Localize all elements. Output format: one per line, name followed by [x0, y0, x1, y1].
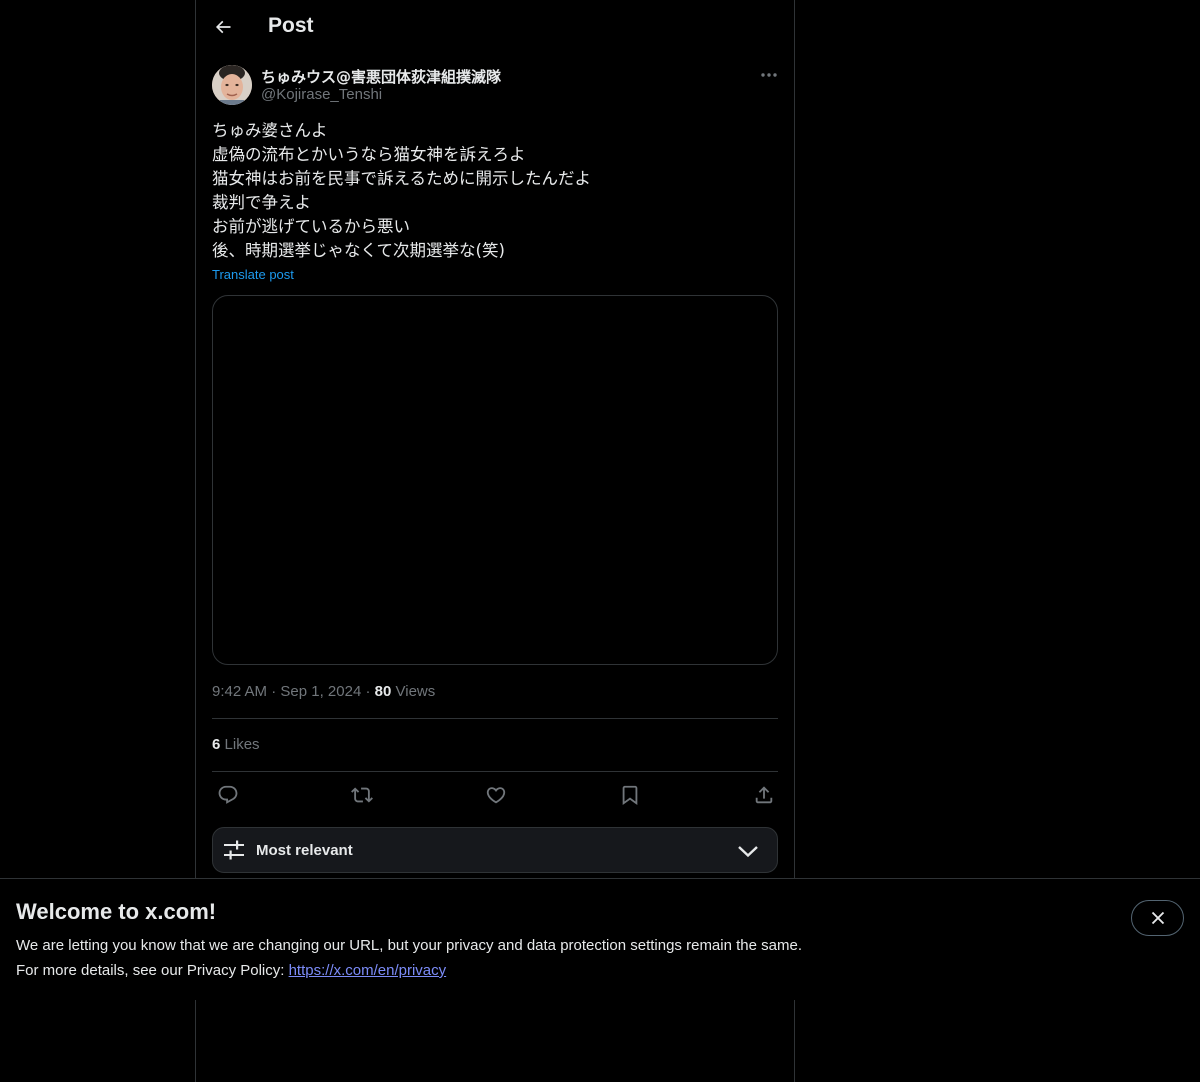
translate-post-link[interactable]: Translate post	[212, 267, 294, 282]
more-icon	[761, 73, 777, 77]
author-handle[interactable]: @Kojirase_Tenshi	[261, 86, 382, 103]
banner-message: We are letting you know that we are chan…	[16, 937, 802, 954]
share-button[interactable]	[749, 782, 779, 808]
post-media[interactable]	[212, 295, 778, 665]
chevron-down-icon	[737, 840, 759, 862]
avatar[interactable]	[212, 65, 252, 105]
divider	[212, 771, 778, 772]
banner-title: Welcome to x.com!	[16, 899, 217, 924]
bookmark-button[interactable]	[615, 782, 645, 808]
post-text-line: 後、時期選挙じゃなくて次期選挙な(笑)	[212, 241, 505, 260]
reply-sort-dropdown[interactable]: Most relevant	[212, 827, 778, 873]
post-header: Post	[196, 0, 794, 54]
post-text-line: お前が逃げているから悪い	[212, 217, 410, 236]
views-label: Views	[395, 683, 436, 700]
arrow-left-icon	[213, 17, 233, 37]
share-icon	[753, 784, 775, 806]
post-text-line: 虚偽の流布とかいうなら猫女神を訴えろよ	[212, 145, 526, 164]
likes-link[interactable]: 6 Likes	[212, 736, 260, 753]
divider	[212, 718, 778, 719]
close-banner-button[interactable]	[1131, 900, 1184, 936]
post-meta: 9:42 AM · Sep 1, 2024 · 80 Views	[212, 683, 435, 700]
bookmark-icon	[619, 784, 641, 806]
close-icon	[1151, 911, 1165, 925]
back-button[interactable]	[206, 9, 240, 45]
post-text-line: 裁判で争えよ	[212, 193, 311, 212]
likes-label: Likes	[224, 736, 260, 753]
author-display-name[interactable]: ちゅみウス@害悪団体荻津組撲滅隊	[261, 66, 501, 87]
repost-icon	[351, 784, 373, 806]
sort-label: Most relevant	[256, 842, 353, 859]
post-time[interactable]: 9:42 AM	[212, 683, 267, 700]
repost-button[interactable]	[347, 782, 377, 808]
banner-privacy-prefix: For more details, see our Privacy Policy…	[16, 962, 289, 979]
page-title: Post	[268, 14, 314, 37]
privacy-policy-link[interactable]: https://x.com/en/privacy	[289, 962, 447, 979]
reply-button[interactable]	[213, 782, 243, 808]
post-date[interactable]: Sep 1, 2024	[280, 683, 361, 700]
likes-count: 6	[212, 736, 221, 753]
post-text-line: ちゅみ婆さんよ	[212, 121, 328, 140]
more-options-button[interactable]	[756, 64, 782, 86]
reply-icon	[217, 784, 239, 806]
banner-privacy-line: For more details, see our Privacy Policy…	[16, 962, 446, 979]
like-button[interactable]	[481, 782, 511, 808]
sliders-icon	[223, 839, 245, 861]
post-text-line: 猫女神はお前を民事で訴えるために開示したんだよ	[212, 169, 592, 188]
views-count: 80	[374, 683, 392, 700]
post-text: ちゅみ婆さんよ 虚偽の流布とかいうなら猫女神を訴えろよ 猫女神はお前を民事で訴え…	[212, 119, 778, 263]
welcome-banner: Welcome to x.com! We are letting you kno…	[0, 878, 1200, 1000]
heart-icon	[485, 784, 507, 806]
